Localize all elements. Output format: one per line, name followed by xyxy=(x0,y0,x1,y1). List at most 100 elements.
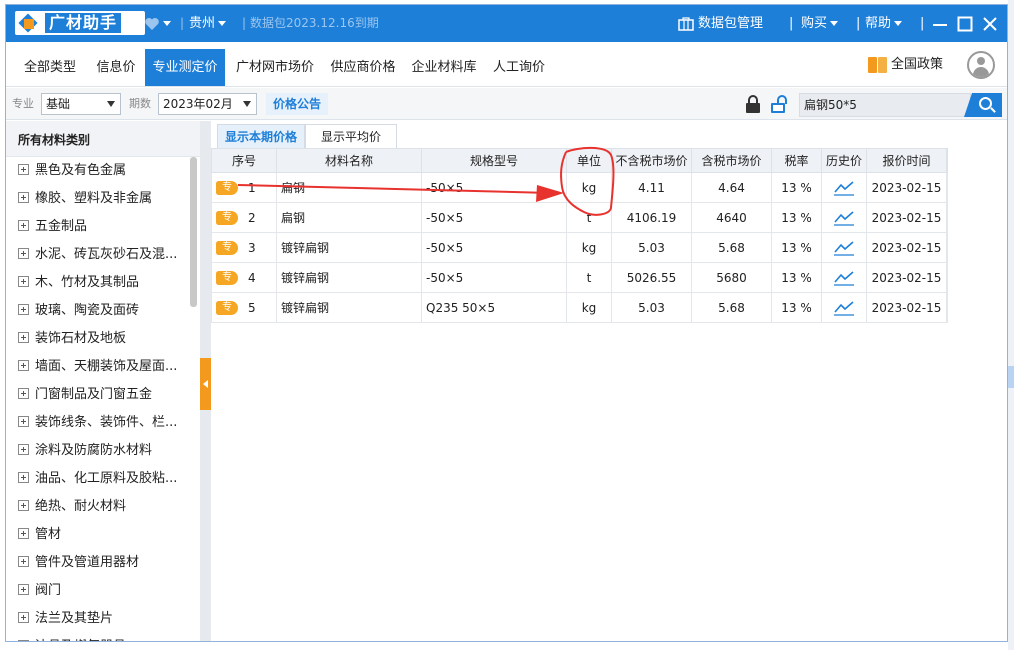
sidebar-item[interactable]: 玻璃、陶瓷及面砖 xyxy=(6,297,200,325)
expand-icon[interactable] xyxy=(18,500,29,511)
trend-chart-icon[interactable] xyxy=(834,240,854,256)
expand-icon[interactable] xyxy=(18,556,29,567)
quote-date-cell: 2023-02-15 xyxy=(866,202,947,233)
sidebar-item[interactable]: 水泥、砖瓦灰砂石及混... xyxy=(6,241,200,269)
sidebar-item[interactable]: 涂料及防腐防水材料 xyxy=(6,437,200,465)
sidebar-item[interactable]: 绝热、耐火材料 xyxy=(6,493,200,521)
column-header[interactable]: 材料名称 xyxy=(276,148,422,173)
expand-icon[interactable] xyxy=(18,612,29,623)
column-header[interactable]: 历史价 xyxy=(821,148,867,173)
column-header[interactable]: 序号 xyxy=(211,148,277,173)
column-header[interactable]: 报价时间 xyxy=(866,148,947,173)
favorite-menu[interactable] xyxy=(144,5,171,42)
maximize-button[interactable] xyxy=(957,5,975,42)
sidebar-item[interactable]: 门窗制品及门窗五金 xyxy=(6,381,200,409)
tab-manual-inquiry[interactable]: 人工询价 xyxy=(486,49,552,86)
sidebar-item[interactable]: 五金制品 xyxy=(6,213,200,241)
column-header[interactable]: 含税市场价 xyxy=(691,148,772,173)
table-row[interactable]: 专 2 扁钢 -50×5 t 4106.19 4640 13 % 2023-02-15 xyxy=(211,202,948,233)
history-cell xyxy=(821,202,867,233)
expand-icon[interactable] xyxy=(18,304,29,315)
table-row[interactable]: 专 3 镀锌扁钢 -50×5 kg 5.03 5.68 13 % 2023-02-15 xyxy=(211,232,948,263)
package-expiry: 数据包2023.12.16到期 xyxy=(250,16,379,30)
avatar[interactable] xyxy=(967,51,995,79)
sidebar-item[interactable]: 洁具及燃气器具 xyxy=(6,633,200,641)
expand-icon[interactable] xyxy=(18,388,29,399)
seq-number: 1 xyxy=(248,180,256,195)
sidebar-item[interactable]: 油品、化工原料及胶粘... xyxy=(6,465,200,493)
sidebar-item-label: 阀门 xyxy=(35,583,62,598)
expand-icon[interactable] xyxy=(18,248,29,259)
seq-cell: 专5 xyxy=(211,292,277,323)
background-window-edge xyxy=(1008,0,1014,650)
sidebar-item-label: 木、竹材及其制品 xyxy=(35,275,140,290)
sidebar-item[interactable]: 阀门 xyxy=(6,577,200,605)
sidebar-item[interactable]: 黑色及有色金属 xyxy=(6,157,200,185)
collapse-sidebar-button[interactable] xyxy=(200,358,211,410)
table-row[interactable]: 专 4 镀锌扁钢 -50×5 t 5026.55 5680 13 % 2023-02-15 xyxy=(211,262,948,293)
tab-enterprise-library[interactable]: 企业材料库 xyxy=(404,49,484,86)
lock-button[interactable] xyxy=(743,94,763,114)
specialty-select[interactable]: 基础 xyxy=(41,93,121,115)
tab-current-price[interactable]: 显示本期价格 xyxy=(217,124,305,148)
trend-chart-icon[interactable] xyxy=(834,210,854,226)
specialty-label: 专业 xyxy=(12,97,34,110)
tab-info-price[interactable]: 信息价 xyxy=(88,49,144,86)
sidebar-item[interactable]: 墙面、天棚装饰及屋面... xyxy=(6,353,200,381)
tab-supplier-price[interactable]: 供应商价格 xyxy=(323,49,403,86)
professional-tag-icon: 专 xyxy=(216,270,238,285)
sidebar-item[interactable]: 管材 xyxy=(6,521,200,549)
sidebar-item[interactable]: 装饰线条、装饰件、栏... xyxy=(6,409,200,437)
table-row[interactable]: 专 1 扁钢 -50×5 kg 4.11 4.64 13 % 2023-02-15 xyxy=(211,172,948,203)
column-header[interactable]: 税率 xyxy=(771,148,822,173)
expand-icon[interactable] xyxy=(18,360,29,371)
sidebar-scrollbar[interactable] xyxy=(190,157,197,307)
seq-cell: 专2 xyxy=(211,202,277,233)
sidebar-header: 所有材料类别 xyxy=(6,121,200,157)
period-select[interactable]: 2023年02月 xyxy=(158,93,257,115)
data-package-button[interactable]: 数据包管理 xyxy=(678,5,763,42)
price-notice-button[interactable]: 价格公告 xyxy=(266,93,329,115)
unlock-button[interactable] xyxy=(768,94,788,114)
trend-chart-icon[interactable] xyxy=(834,270,854,286)
tab-average-price[interactable]: 显示平均价 xyxy=(305,124,397,148)
app-title: 广材助手 xyxy=(45,13,122,33)
expand-icon[interactable] xyxy=(18,220,29,231)
sidebar-item[interactable]: 管件及管道用器材 xyxy=(6,549,200,577)
expand-icon[interactable] xyxy=(18,332,29,343)
trend-chart-icon[interactable] xyxy=(834,180,854,196)
expand-icon[interactable] xyxy=(18,164,29,175)
tab-market-price[interactable]: 广材网市场价 xyxy=(228,49,322,86)
expand-icon[interactable] xyxy=(18,192,29,203)
sidebar-item[interactable]: 法兰及其垫片 xyxy=(6,605,200,633)
expand-icon[interactable] xyxy=(18,444,29,455)
search-input[interactable]: 扁钢50*5 xyxy=(799,93,971,117)
close-button[interactable] xyxy=(982,5,1000,42)
price-ex-tax-cell: 5.03 xyxy=(611,232,692,263)
table-row[interactable]: 专 5 镀锌扁钢 Q235 50×5 kg 5.03 5.68 13 % 2023-02-15 xyxy=(211,292,948,323)
sidebar-item[interactable]: 装饰石材及地板 xyxy=(6,325,200,353)
expand-icon[interactable] xyxy=(18,416,29,427)
column-header[interactable]: 规格型号 xyxy=(421,148,567,173)
minimize-button[interactable] xyxy=(932,5,950,42)
sidebar-item[interactable]: 橡胶、塑料及非金属 xyxy=(6,185,200,213)
column-header[interactable]: 单位 xyxy=(566,148,612,173)
expand-icon[interactable] xyxy=(18,472,29,483)
expand-icon[interactable] xyxy=(18,528,29,539)
expand-icon[interactable] xyxy=(18,584,29,595)
sidebar-item[interactable]: 木、竹材及其制品 xyxy=(6,269,200,297)
expand-icon[interactable] xyxy=(18,276,29,287)
trend-chart-icon[interactable] xyxy=(834,300,854,316)
seq-number: 3 xyxy=(248,240,256,255)
unit-cell: t xyxy=(566,202,612,233)
expand-icon[interactable] xyxy=(18,640,29,641)
column-header[interactable]: 不含税市场价 xyxy=(611,148,692,173)
tab-all-types[interactable]: 全部类型 xyxy=(16,49,84,86)
help-menu[interactable]: 帮助 xyxy=(865,5,903,42)
sidebar-item-label: 管件及管道用器材 xyxy=(35,555,140,570)
price-table: 序号 材料名称 规格型号 单位 不含税市场价 含税市场价 税率 历史价 报价时间 专 1 扁钢 -50… xyxy=(211,148,948,323)
national-policy-button[interactable]: 全国政策 xyxy=(868,42,943,87)
tab-professional-price[interactable]: 专业测定价 xyxy=(145,49,225,86)
buy-menu[interactable]: 购买 xyxy=(801,5,839,42)
region-selector[interactable]: 贵州 xyxy=(189,5,227,42)
